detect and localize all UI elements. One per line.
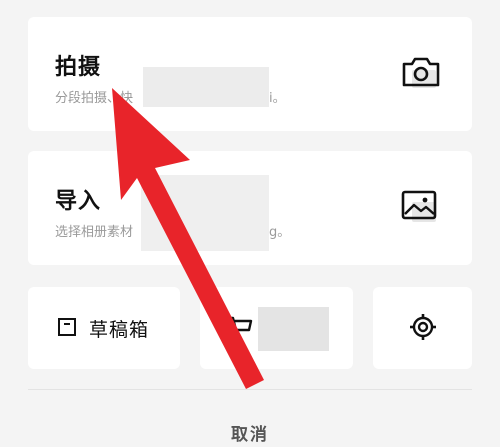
drafts-icon <box>57 317 77 341</box>
cancel-button[interactable]: 取消 <box>0 420 500 445</box>
shoot-option-card[interactable]: 拍摄 分段拍摄、快 i。 <box>28 17 472 131</box>
import-subtitle: 选择相册素材 <box>55 225 134 240</box>
cart-icon <box>227 315 253 343</box>
shoot-title: 拍摄 <box>55 55 102 80</box>
obscured-cart-label <box>258 307 329 351</box>
camera-icon <box>398 50 444 96</box>
drafts-button[interactable]: 草稿箱 <box>28 287 180 369</box>
import-subtitle-end: g。 <box>269 225 291 240</box>
settings-icon <box>409 313 437 345</box>
settings-button[interactable] <box>373 287 472 369</box>
drafts-label: 草稿箱 <box>89 319 150 341</box>
divider <box>28 389 472 390</box>
shoot-subtitle: 分段拍摄、快 <box>55 91 134 106</box>
cart-button[interactable] <box>200 287 353 369</box>
shoot-subtitle-end: i。 <box>269 91 286 106</box>
obscured-subtitle-region <box>141 175 269 251</box>
image-icon <box>398 184 444 230</box>
obscured-subtitle-region <box>143 67 269 107</box>
import-option-card[interactable]: 导入 选择相册素材 g。 <box>28 151 472 265</box>
import-title: 导入 <box>55 189 102 214</box>
